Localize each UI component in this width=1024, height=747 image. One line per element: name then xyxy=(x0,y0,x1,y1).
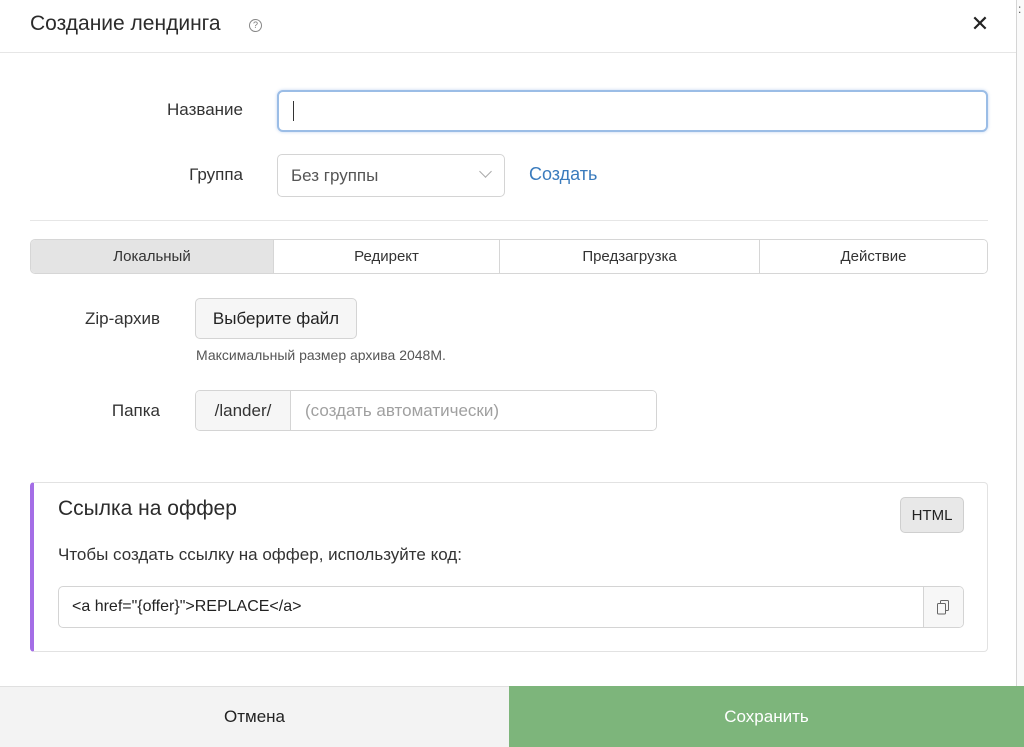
folder-input-group: /lander/ xyxy=(195,390,657,431)
choose-file-button[interactable]: Выберите файл xyxy=(195,298,357,339)
tab-local[interactable]: Локальный xyxy=(31,240,274,273)
offer-description: Чтобы создать ссылку на оффер, используй… xyxy=(58,545,462,564)
source-tabs: Локальный Редирект Предзагрузка Действие xyxy=(30,239,988,274)
close-icon[interactable]: ✕ xyxy=(968,10,992,38)
group-select[interactable]: Без группы xyxy=(277,154,505,197)
folder-prefix: /lander/ xyxy=(196,391,291,430)
name-input[interactable] xyxy=(277,90,988,132)
offer-code[interactable]: <a href="{offer}">REPLACE</a> xyxy=(59,587,923,627)
modal-header: Создание лендинга ? ✕ xyxy=(0,0,1024,53)
size-hint: Максимальный размер архива 2048M. xyxy=(196,347,446,363)
chevron-down-icon xyxy=(479,165,492,178)
zip-label: Zip-архив xyxy=(84,309,160,328)
tab-preload[interactable]: Предзагрузка xyxy=(500,240,760,273)
offer-code-field: <a href="{offer}">REPLACE</a> xyxy=(58,586,964,628)
tab-redirect[interactable]: Редирект xyxy=(274,240,500,273)
copy-icon[interactable] xyxy=(923,587,963,627)
modal-title: Создание лендинга xyxy=(30,12,221,35)
divider xyxy=(30,220,988,221)
save-button[interactable]: Сохранить xyxy=(509,686,1024,747)
text-caret xyxy=(293,101,294,121)
modal-footer: Отмена Сохранить xyxy=(0,686,1024,747)
html-button[interactable]: HTML xyxy=(900,497,964,533)
window-edge: : xyxy=(1016,0,1024,747)
cancel-button[interactable]: Отмена xyxy=(0,686,509,747)
create-group-link[interactable]: Создать xyxy=(529,164,597,185)
folder-input[interactable] xyxy=(291,391,656,430)
name-label: Название xyxy=(167,100,243,119)
offer-title: Ссылка на оффер xyxy=(58,497,237,520)
offer-link-panel: Ссылка на оффер HTML Чтобы создать ссылк… xyxy=(30,482,988,652)
group-select-value: Без группы xyxy=(291,166,379,185)
folder-label: Папка xyxy=(111,401,160,420)
tab-action[interactable]: Действие xyxy=(760,240,987,273)
question-circle-icon[interactable]: ? xyxy=(249,19,262,32)
group-label: Группа xyxy=(189,165,243,184)
